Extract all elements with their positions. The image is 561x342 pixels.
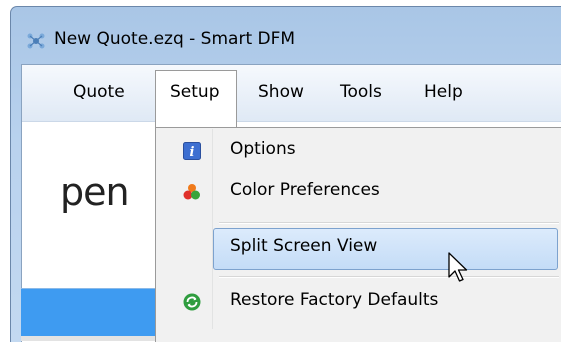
content-band-bottom (21, 336, 161, 341)
restore-icon (183, 293, 201, 311)
menu-item-split-screen-view[interactable]: Split Screen View (156, 229, 560, 267)
menu-item-label: Options (230, 139, 296, 159)
menu-item-options[interactable]: i Options (156, 132, 560, 170)
logo-text: pen (60, 170, 130, 214)
menu-show[interactable]: Show (258, 82, 304, 102)
menu-item-label: Split Screen View (230, 236, 378, 256)
menu-separator (219, 222, 559, 224)
menu-quote[interactable]: Quote (73, 82, 125, 102)
content-band (21, 288, 161, 337)
mouse-pointer-icon (447, 252, 471, 286)
menu-setup[interactable]: Setup (170, 82, 219, 102)
menu-help[interactable]: Help (424, 82, 463, 102)
window-title: New Quote.ezq - Smart DFM (54, 29, 296, 49)
menu-item-color-preferences[interactable]: Color Preferences (156, 174, 560, 212)
menu-item-label: Restore Factory Defaults (230, 290, 439, 310)
app-icon (25, 30, 47, 52)
menu-separator (219, 276, 559, 278)
svg-text:i: i (190, 145, 195, 160)
color-preferences-icon (183, 183, 201, 201)
menu-tools[interactable]: Tools (340, 82, 382, 102)
menu-item-label: Color Preferences (230, 180, 380, 200)
info-icon: i (183, 142, 201, 160)
menu-item-restore-factory-defaults[interactable]: Restore Factory Defaults (156, 282, 560, 320)
